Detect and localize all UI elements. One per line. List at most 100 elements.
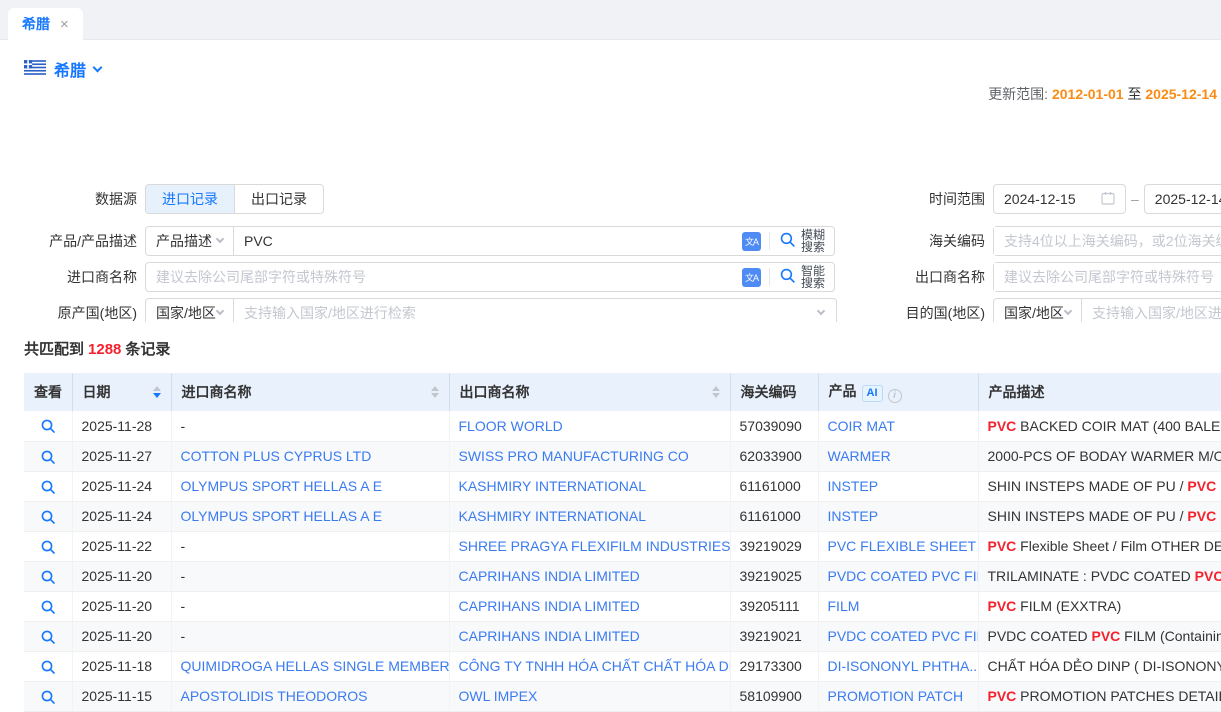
cell-description: PVC PROMOTION PATCHES DETAIL ...	[978, 681, 1221, 711]
cell-view	[24, 591, 72, 621]
exporter-sorter[interactable]	[704, 386, 720, 398]
import-records-button[interactable]: 进口记录	[146, 185, 234, 213]
date-sorter[interactable]	[145, 386, 161, 398]
cell-importer: -	[171, 591, 449, 621]
table-row: 2025-11-20-CAPRIHANS INDIA LIMITED392190…	[24, 561, 1221, 591]
product-link[interactable]: PVC FLEXIBLE SHEET F...	[828, 538, 979, 554]
cell-product: PVC FLEXIBLE SHEET F...	[818, 531, 978, 561]
cell-date: 2025-11-20	[72, 591, 171, 621]
tab-greece[interactable]: 希腊 ×	[8, 8, 83, 40]
date-range-dash: –	[1131, 191, 1139, 207]
view-record-button[interactable]	[40, 539, 56, 555]
description-text: 2000-PCS OF BODAY WARMER M/O ...	[988, 448, 1221, 464]
cell-exporter: CÔNG TY TNHH HÓA CHẤT CHẤT HÓA DẺ...	[449, 651, 730, 681]
importer-link[interactable]: QUIMIDROGA HELLAS SINGLE MEMBER PC	[181, 658, 450, 674]
cell-product: INSTEP	[818, 501, 978, 531]
cell-exporter: FLOOR WORLD	[449, 411, 730, 441]
importer-link[interactable]: COTTON PLUS CYPRUS LTD	[181, 448, 372, 464]
translate-icon[interactable]: 文A	[742, 268, 761, 287]
view-record-button[interactable]	[40, 689, 56, 705]
product-link[interactable]: PVDC COATED PVC FIL...	[828, 568, 979, 584]
cell-view	[24, 501, 72, 531]
view-record-button[interactable]	[40, 629, 56, 645]
importer-link[interactable]: APOSTOLIDIS THEODOROS	[181, 688, 368, 704]
info-icon[interactable]: i	[888, 389, 902, 403]
origin-country-label: 原产国(地区)	[0, 303, 137, 323]
view-record-button[interactable]	[40, 418, 56, 434]
table-row: 2025-11-22-SHREE PRAGYA FLEXIFILM INDUST…	[24, 531, 1221, 561]
calendar-icon[interactable]	[1101, 191, 1115, 208]
product-link[interactable]: DI-ISONONYL PHTHA...	[828, 658, 979, 674]
product-link[interactable]: COIR MAT	[828, 418, 895, 434]
keyword-highlight: PVC	[988, 598, 1017, 614]
importer-label: 进口商名称	[0, 267, 137, 287]
greece-flag-icon	[24, 60, 46, 78]
keyword-highlight: PVC	[988, 418, 1017, 434]
description-text: SHIN INSTEPS MADE OF PU /	[988, 508, 1188, 524]
view-record-button[interactable]	[40, 569, 56, 585]
view-record-button[interactable]	[40, 599, 56, 615]
view-record-button[interactable]	[40, 659, 56, 675]
export-records-button[interactable]: 出口记录	[234, 185, 323, 213]
importer-link[interactable]: OLYMPUS SPORT HELLAS A E	[181, 508, 383, 524]
description-text: M...	[1216, 478, 1221, 494]
summary-suffix: 条记录	[125, 341, 170, 358]
exporter-link[interactable]: FLOOR WORLD	[459, 418, 563, 434]
cell-description: CHẤT HÓA DẺO DINP ( DI-ISONONY...	[978, 651, 1221, 681]
cell-hs-code: 61161000	[730, 471, 818, 501]
product-link[interactable]: FILM	[828, 598, 860, 614]
exporter-link[interactable]: CAPRIHANS INDIA LIMITED	[459, 568, 640, 584]
fuzzy-search-button[interactable]: 模糊搜索	[770, 227, 834, 255]
cell-date: 2025-11-20	[72, 561, 171, 591]
exporter-link[interactable]: SHREE PRAGYA FLEXIFILM INDUSTRIES	[459, 538, 731, 554]
view-record-button[interactable]	[40, 479, 56, 495]
product-link[interactable]: INSTEP	[828, 508, 879, 524]
cell-date: 2025-11-27	[72, 441, 171, 471]
chevron-down-icon[interactable]	[93, 62, 103, 72]
exporter-link[interactable]: CAPRIHANS INDIA LIMITED	[459, 628, 640, 644]
exporter-link[interactable]: CAPRIHANS INDIA LIMITED	[459, 598, 640, 614]
product-link[interactable]: PROMOTION PATCH	[828, 688, 964, 704]
date-start-input[interactable]: 2024-12-15	[993, 184, 1126, 214]
exporter-search-input[interactable]	[994, 263, 1221, 291]
cell-description: 2000-PCS OF BODAY WARMER M/O ...	[978, 441, 1221, 471]
translate-icon[interactable]: 文A	[742, 232, 761, 251]
sort-asc-icon	[431, 386, 439, 391]
exporter-link[interactable]: CÔNG TY TNHH HÓA CHẤT CHẤT HÓA DẺ...	[459, 658, 731, 674]
date-end-input[interactable]: 2025-12-14	[1144, 184, 1221, 214]
smart-search-button[interactable]: 智能搜索	[770, 263, 834, 291]
close-icon[interactable]: ×	[60, 17, 69, 32]
cell-date: 2025-11-28	[72, 411, 171, 441]
hs-code-input[interactable]	[994, 227, 1221, 255]
exporter-link[interactable]: OWL IMPEX	[459, 688, 538, 704]
cell-importer: COTTON PLUS CYPRUS LTD	[171, 441, 449, 471]
page-header: 希腊	[0, 40, 1221, 84]
cell-product: PROMOTION PATCH	[818, 681, 978, 711]
cell-importer: OLYMPUS SPORT HELLAS A E	[171, 501, 449, 531]
product-search-input[interactable]	[234, 227, 742, 255]
view-record-button[interactable]	[40, 449, 56, 465]
importer-sorter[interactable]	[423, 386, 439, 398]
page-title: 希腊	[54, 57, 86, 81]
product-type-select[interactable]: 产品描述	[146, 227, 234, 255]
dest-country-label: 目的国(地区)	[855, 303, 985, 323]
date-end-value: 2025-12-14	[1155, 191, 1221, 207]
exporter-link[interactable]: KASHMIRY INTERNATIONAL	[459, 508, 646, 524]
product-link[interactable]: INSTEP	[828, 478, 879, 494]
importer-link[interactable]: OLYMPUS SPORT HELLAS A E	[181, 478, 383, 494]
product-link[interactable]: WARMER	[828, 448, 891, 464]
exporter-link[interactable]: SWISS PRO MANUFACTURING CO	[459, 448, 689, 464]
product-link[interactable]: PVDC COATED PVC FIL...	[828, 628, 979, 644]
cell-hs-code: 61161000	[730, 501, 818, 531]
cell-exporter: KASHMIRY INTERNATIONAL	[449, 501, 730, 531]
keyword-highlight: PVC	[1195, 568, 1221, 584]
chevron-down-icon	[817, 307, 825, 315]
table-row: 2025-11-20-CAPRIHANS INDIA LIMITED392051…	[24, 591, 1221, 621]
importer-search-input[interactable]	[146, 263, 742, 291]
view-record-button[interactable]	[40, 509, 56, 525]
sort-asc-icon	[712, 386, 720, 391]
results-panel: 共匹配到1288条记录 查看 日期 进口商名称	[0, 322, 1221, 708]
exporter-link[interactable]: KASHMIRY INTERNATIONAL	[459, 478, 646, 494]
cell-importer: QUIMIDROGA HELLAS SINGLE MEMBER PC	[171, 651, 449, 681]
keyword-highlight: PVC	[988, 688, 1017, 704]
